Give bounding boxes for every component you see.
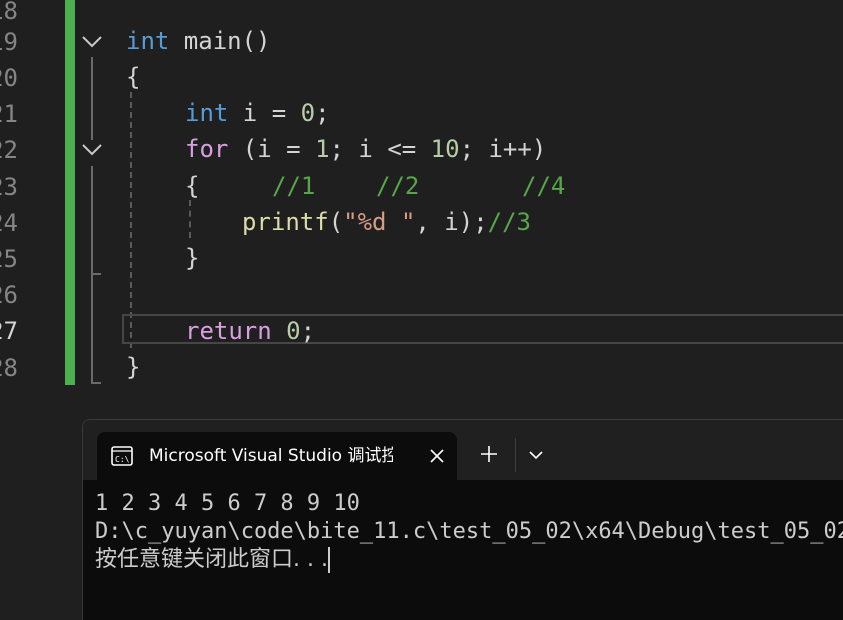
text-cursor — [327, 547, 330, 573]
code-line-27[interactable]: return 0; — [185, 313, 315, 349]
code-line-24[interactable]: printf("%d ", i);//3 — [242, 204, 531, 240]
terminal-tab-title: Microsoft Visual Studio 调试控制台 — [149, 446, 393, 466]
code-text: ; i++) — [459, 135, 547, 163]
terminal-prompt-line: 按任意键关闭此窗口. . . — [95, 546, 843, 574]
line-number: 25 — [0, 245, 18, 273]
terminal-output-line: D:\c_yuyan\code\bite_11.c\test_05_02\x64… — [95, 519, 843, 544]
fold-range-end — [91, 273, 101, 275]
brace: } — [126, 353, 141, 381]
punctuation: ; — [315, 99, 330, 127]
comment: //3 — [487, 208, 532, 236]
brace: { — [126, 63, 141, 91]
close-icon[interactable] — [427, 446, 447, 466]
fold-toggle-for[interactable] — [80, 138, 104, 162]
code-text: ; i <= — [329, 135, 431, 163]
chevron-down-icon — [82, 144, 102, 156]
punctuation: () — [241, 27, 271, 55]
brace: { — [185, 172, 200, 200]
debug-console-window[interactable]: C:\ Microsoft Visual Studio 调试控制台 1 2 3 … — [82, 419, 843, 620]
code-line-23[interactable]: { — [185, 168, 199, 204]
number: 10 — [430, 135, 460, 163]
code-line-22[interactable]: for (i = 1; i <= 10; i++) — [185, 131, 546, 167]
line-number: 21 — [0, 100, 18, 128]
fold-range-line — [91, 57, 93, 140]
code-line-20[interactable]: { — [126, 59, 140, 95]
fold-range-line — [91, 166, 93, 384]
code-line-19[interactable]: int main() — [126, 23, 271, 59]
terminal-tab[interactable]: C:\ Microsoft Visual Studio 调试控制台 — [97, 432, 457, 480]
svg-text:C:\: C:\ — [115, 455, 130, 464]
function-name: printf — [242, 208, 329, 236]
line-number: 20 — [0, 64, 18, 92]
keyword: int — [185, 99, 229, 127]
indent-guide — [189, 200, 191, 238]
code-editor[interactable]: 18 19 20 21 22 23 24 25 26 27 28 int mai… — [0, 0, 843, 420]
number: 0 — [286, 317, 301, 345]
code-text: (i = — [228, 135, 316, 163]
line-number: 23 — [0, 173, 18, 201]
chevron-down-icon[interactable] — [527, 446, 545, 464]
line-number-gutter: 18 19 20 21 22 23 24 25 26 27 28 — [0, 0, 64, 420]
plus-icon[interactable] — [479, 444, 499, 464]
code-line-25[interactable]: } — [185, 240, 199, 276]
comment: //1 — [272, 172, 316, 200]
string-literal: "%d " — [343, 208, 416, 236]
control-keyword: for — [185, 135, 229, 163]
line-number: 26 — [0, 281, 18, 309]
titlebar-divider — [515, 438, 516, 472]
fold-toggle-main[interactable] — [80, 30, 104, 54]
code-text: , i); — [415, 208, 488, 236]
number: 0 — [300, 99, 316, 127]
control-keyword: return — [185, 317, 272, 345]
chevron-down-icon — [82, 36, 102, 48]
terminal-output[interactable]: 1 2 3 4 5 6 7 8 9 10 D:\c_yuyan\code\bit… — [95, 490, 843, 574]
line-number: 19 — [0, 28, 18, 56]
code-text: i = — [228, 99, 301, 127]
brace: } — [185, 244, 200, 272]
terminal-output-line: 按任意键关闭此窗口. . . — [95, 547, 328, 572]
fold-range-end — [91, 382, 101, 384]
punctuation: ( — [328, 208, 344, 236]
punctuation: ; — [300, 317, 316, 345]
terminal-output-line: 1 2 3 4 5 6 7 8 9 10 — [95, 491, 360, 516]
line-number: 28 — [0, 354, 18, 382]
number: 1 — [315, 135, 330, 163]
line-number: 24 — [0, 209, 18, 237]
comment: //2 — [376, 172, 420, 200]
terminal-icon: C:\ — [111, 446, 133, 466]
line-number-active: 27 — [0, 317, 18, 345]
code-line-28[interactable]: } — [126, 349, 140, 385]
code-line-21[interactable]: int i = 0; — [185, 95, 330, 131]
keyword: int — [126, 27, 170, 55]
line-number: 22 — [0, 136, 18, 164]
indent-guide — [130, 92, 132, 348]
comment: //4 — [522, 172, 566, 200]
identifier: main — [169, 27, 242, 55]
change-indicator-bar — [65, 0, 75, 385]
